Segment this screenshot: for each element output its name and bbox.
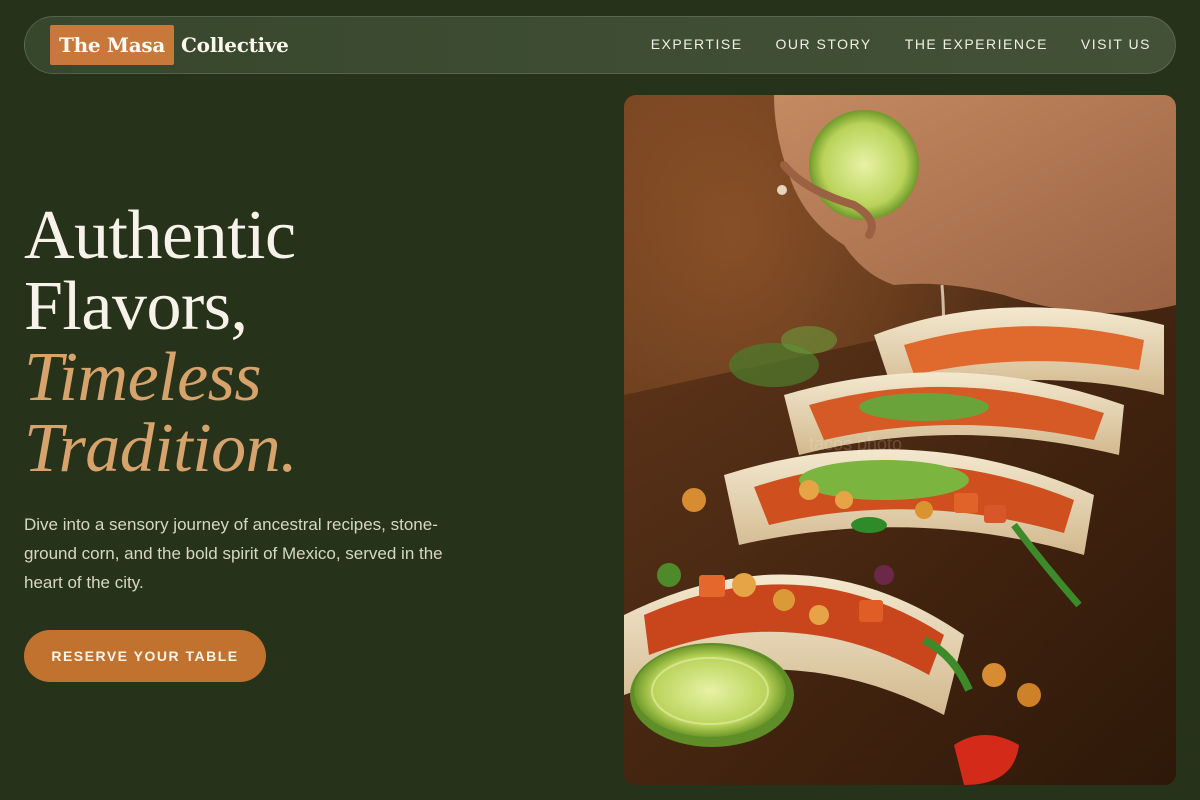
svg-text:tacos photo: tacos photo [809,434,902,454]
hero-description: Dive into a sensory journey of ancestral… [24,515,443,592]
hero-title-line-2: Flavors, [24,268,248,345]
nav-link-our-story[interactable]: OUR STORY [776,36,872,52]
tacos-photo: tacos photo [624,95,1176,785]
nav-item-the-experience: THE EXPERIENCE [905,36,1048,54]
nav-item-our-story: OUR STORY [776,36,872,54]
hero-title-line-1: Authentic [24,197,296,274]
brand-logo[interactable]: The Masa Collective [50,25,289,65]
nav-links: EXPERTISE OUR STORY THE EXPERIENCE VISIT… [651,36,1151,54]
nav-link-the-experience[interactable]: THE EXPERIENCE [905,36,1048,52]
hero-accent-line-2: Tradition. [24,410,298,487]
hero-accent-line-1: Timeless [24,339,262,416]
logo-wordmark: Collective [181,33,289,57]
nav-link-visit-us[interactable]: VISIT US [1081,36,1151,52]
logo-mark: The Masa [50,25,175,65]
top-navigation: The Masa Collective EXPERTISE OUR STORY … [24,16,1176,74]
nav-item-visit-us: VISIT US [1081,36,1151,54]
reserve-table-button[interactable]: RESERVE YOUR TABLE [24,630,266,682]
nav-link-expertise[interactable]: EXPERTISE [651,36,743,52]
hero-title: Authentic Flavors, Timeless Tradition. [24,200,584,484]
hero-image: tacos photo [624,95,1176,785]
nav-item-expertise: EXPERTISE [651,36,743,54]
